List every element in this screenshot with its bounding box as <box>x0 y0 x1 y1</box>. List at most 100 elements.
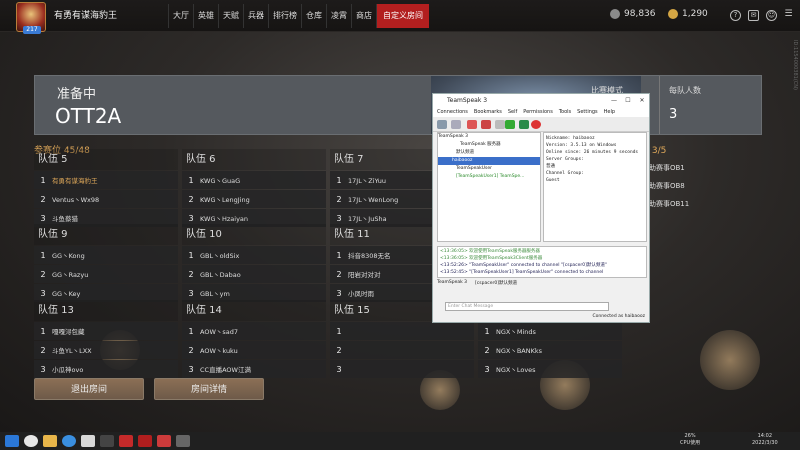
slot-number: 1 <box>484 326 490 336</box>
browser-icon[interactable] <box>62 435 76 447</box>
nav-heroes[interactable]: 英雄 <box>193 4 218 28</box>
team-card: 队伍 13 1 嘎嘎浔包藏 2 斗鱼YL丶LXX 3 小瓜神ovo <box>34 300 178 378</box>
room-details-button[interactable]: 房间详情 <box>154 378 264 400</box>
ts-menu-connections[interactable]: Connections <box>437 107 468 117</box>
ts-user-self[interactable]: haibaooz <box>438 157 540 165</box>
minimize-icon[interactable]: — <box>607 94 621 107</box>
player-slot[interactable]: 3 NGX丶Loves <box>478 360 622 378</box>
player-name: 嘎嘎浔包藏 <box>52 328 85 336</box>
ts-toolbar <box>433 117 649 132</box>
cpu-usage: 26% CPU使用 <box>680 433 700 447</box>
player-slot[interactable]: 3 小瓜神ovo <box>34 360 178 378</box>
ts-info-line: 普通 <box>546 164 555 169</box>
nav-shop[interactable]: 商店 <box>351 4 376 28</box>
ts-tab-server[interactable]: TeamSpeak 3 <box>437 280 467 286</box>
clock[interactable]: 14:02 2022/3/30 <box>752 433 778 447</box>
team-name: 队伍 9 <box>34 224 178 245</box>
ts-tab-channel[interactable]: [cspacer0]默认频道 <box>475 280 517 286</box>
contacts-icon[interactable] <box>519 120 529 129</box>
slot-number: 2 <box>40 194 46 204</box>
nav-lingxiao[interactable]: 凌霄 <box>326 4 351 28</box>
slot-number: 1 <box>40 175 46 185</box>
ts-menu-settings[interactable]: Settings <box>577 107 598 117</box>
disconnect-icon[interactable] <box>451 120 461 129</box>
bokeh-light <box>700 330 760 390</box>
player-slot[interactable]: 2 <box>330 341 474 359</box>
player-slot[interactable]: 1 NGX丶Minds <box>478 322 622 340</box>
away-icon[interactable] <box>467 120 477 129</box>
player-slot[interactable]: 1 GG丶Kong <box>34 246 178 264</box>
player-slot[interactable]: 2 Ventus丶Wx98 <box>34 190 178 208</box>
slot-number: 3 <box>484 364 490 374</box>
app-icon[interactable] <box>81 435 95 447</box>
game-icon[interactable] <box>100 435 114 447</box>
slot-number: 2 <box>188 194 194 204</box>
player-slot[interactable]: 2 GG丶Razyu <box>34 265 178 283</box>
slot-number: 1 <box>188 326 194 336</box>
nav-leaderboard[interactable]: 排行榜 <box>268 4 301 28</box>
player-slot[interactable]: 2 NGX丶BANKks <box>478 341 622 359</box>
bookmark-icon[interactable] <box>505 120 515 129</box>
player-name: GBL丶oldSix <box>200 252 240 260</box>
mute-mic-icon[interactable] <box>481 120 491 129</box>
start-icon[interactable] <box>5 435 19 447</box>
player-slot[interactable]: 1 KWG丶GuaG <box>182 171 326 189</box>
player-slot[interactable]: 1 AOW丶sad7 <box>182 322 326 340</box>
maximize-icon[interactable]: ☐ <box>621 94 635 107</box>
ts-menu-bookmarks[interactable]: Bookmarks <box>474 107 502 117</box>
game-client-icon[interactable] <box>138 435 152 447</box>
app-icon[interactable] <box>176 435 190 447</box>
ts-chat-input[interactable]: Enter Chat Message <box>445 302 609 311</box>
nav-talents[interactable]: 天赋 <box>218 4 243 28</box>
ts-menu-permissions[interactable]: Permissions <box>523 107 553 117</box>
ts-channel-default[interactable]: 默认频道 <box>438 149 540 157</box>
friends-icon[interactable]: ☺ <box>766 10 777 21</box>
record-icon[interactable] <box>531 120 541 129</box>
app-icon[interactable] <box>157 435 171 447</box>
slot-number: 2 <box>336 194 342 204</box>
ts-menu-help[interactable]: Help <box>604 107 615 117</box>
search-icon[interactable] <box>24 435 38 447</box>
mail-icon[interactable]: ✉ <box>748 10 759 21</box>
player-name: NGX丶BANKks <box>496 347 543 355</box>
slot-number: 3 <box>336 288 342 298</box>
nav-lobby[interactable]: 大厅 <box>168 4 193 28</box>
player-slot[interactable]: 2 斗鱼YL丶LXX <box>34 341 178 359</box>
netease-icon[interactable] <box>119 435 133 447</box>
help-icon[interactable]: ? <box>730 10 741 21</box>
clock-time: 14:02 <box>757 433 773 439</box>
menu-icon[interactable]: ☰ <box>783 10 794 21</box>
player-slot[interactable]: 2 AOW丶kuku <box>182 341 326 359</box>
ts-menu-self[interactable]: Self <box>508 107 517 117</box>
slot-number: 1 <box>40 326 46 336</box>
leave-room-button[interactable]: 退出房间 <box>34 378 144 400</box>
nav-custom-room[interactable]: 自定义房间 <box>376 4 429 28</box>
ts-user[interactable]: [TeamSpeakUser1] TeamSpe... <box>438 173 540 181</box>
slot-number: 1 <box>336 250 342 260</box>
ts-server-node[interactable]: TeamSpeak 3 <box>438 133 540 141</box>
player-name: 有勇有谋海豹王 <box>54 11 118 21</box>
player-slot[interactable]: 1 GBL丶oldSix <box>182 246 326 264</box>
player-slot[interactable]: 1 嘎嘎浔包藏 <box>34 322 178 340</box>
mute-speaker-icon[interactable] <box>495 120 505 129</box>
nav-storage[interactable]: 仓库 <box>301 4 326 28</box>
folder-icon[interactable] <box>43 435 57 447</box>
player-slot[interactable]: 3 <box>330 360 474 378</box>
connect-icon[interactable] <box>437 120 447 129</box>
chat-line: <13:52:26> "TeamSpeakUser" connected to … <box>440 263 607 268</box>
player-slot[interactable]: 2 GBL丶Dabao <box>182 265 326 283</box>
ts-spacer[interactable]: TeamSpeak 服务器 <box>438 141 540 149</box>
player-name: KWG丶GuaG <box>200 177 241 185</box>
player-name: GBL丶ym <box>200 290 230 298</box>
player-slot[interactable]: 3 CC直播AOW江满 <box>182 360 326 378</box>
player-slot[interactable]: 1 有勇有谋海豹王 <box>34 171 178 189</box>
player-slot[interactable]: 1 <box>330 322 474 340</box>
player-slot[interactable]: 2 KWG丶LengJing <box>182 190 326 208</box>
ts-menu-tools[interactable]: Tools <box>559 107 571 117</box>
close-icon[interactable]: ✕ <box>635 94 649 107</box>
banner-divider <box>659 76 660 134</box>
player-avatar[interactable]: 217 <box>16 2 46 34</box>
nav-weapons[interactable]: 兵器 <box>243 4 268 28</box>
ts-user[interactable]: TeamSpeakUser <box>438 165 540 173</box>
level-badge: 217 <box>23 26 41 34</box>
